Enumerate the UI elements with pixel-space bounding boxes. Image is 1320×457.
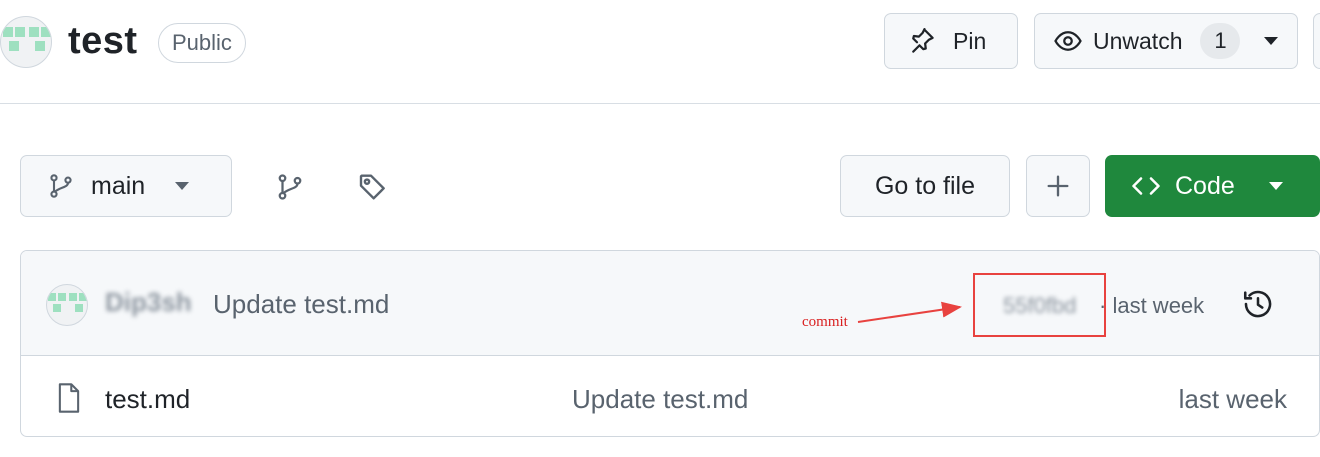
- annotation-arrow: [857, 301, 962, 323]
- annotation-label: commit: [802, 314, 848, 330]
- repository-page: test Public Pin Unwatch 1 main Go to fil…: [0, 0, 1320, 457]
